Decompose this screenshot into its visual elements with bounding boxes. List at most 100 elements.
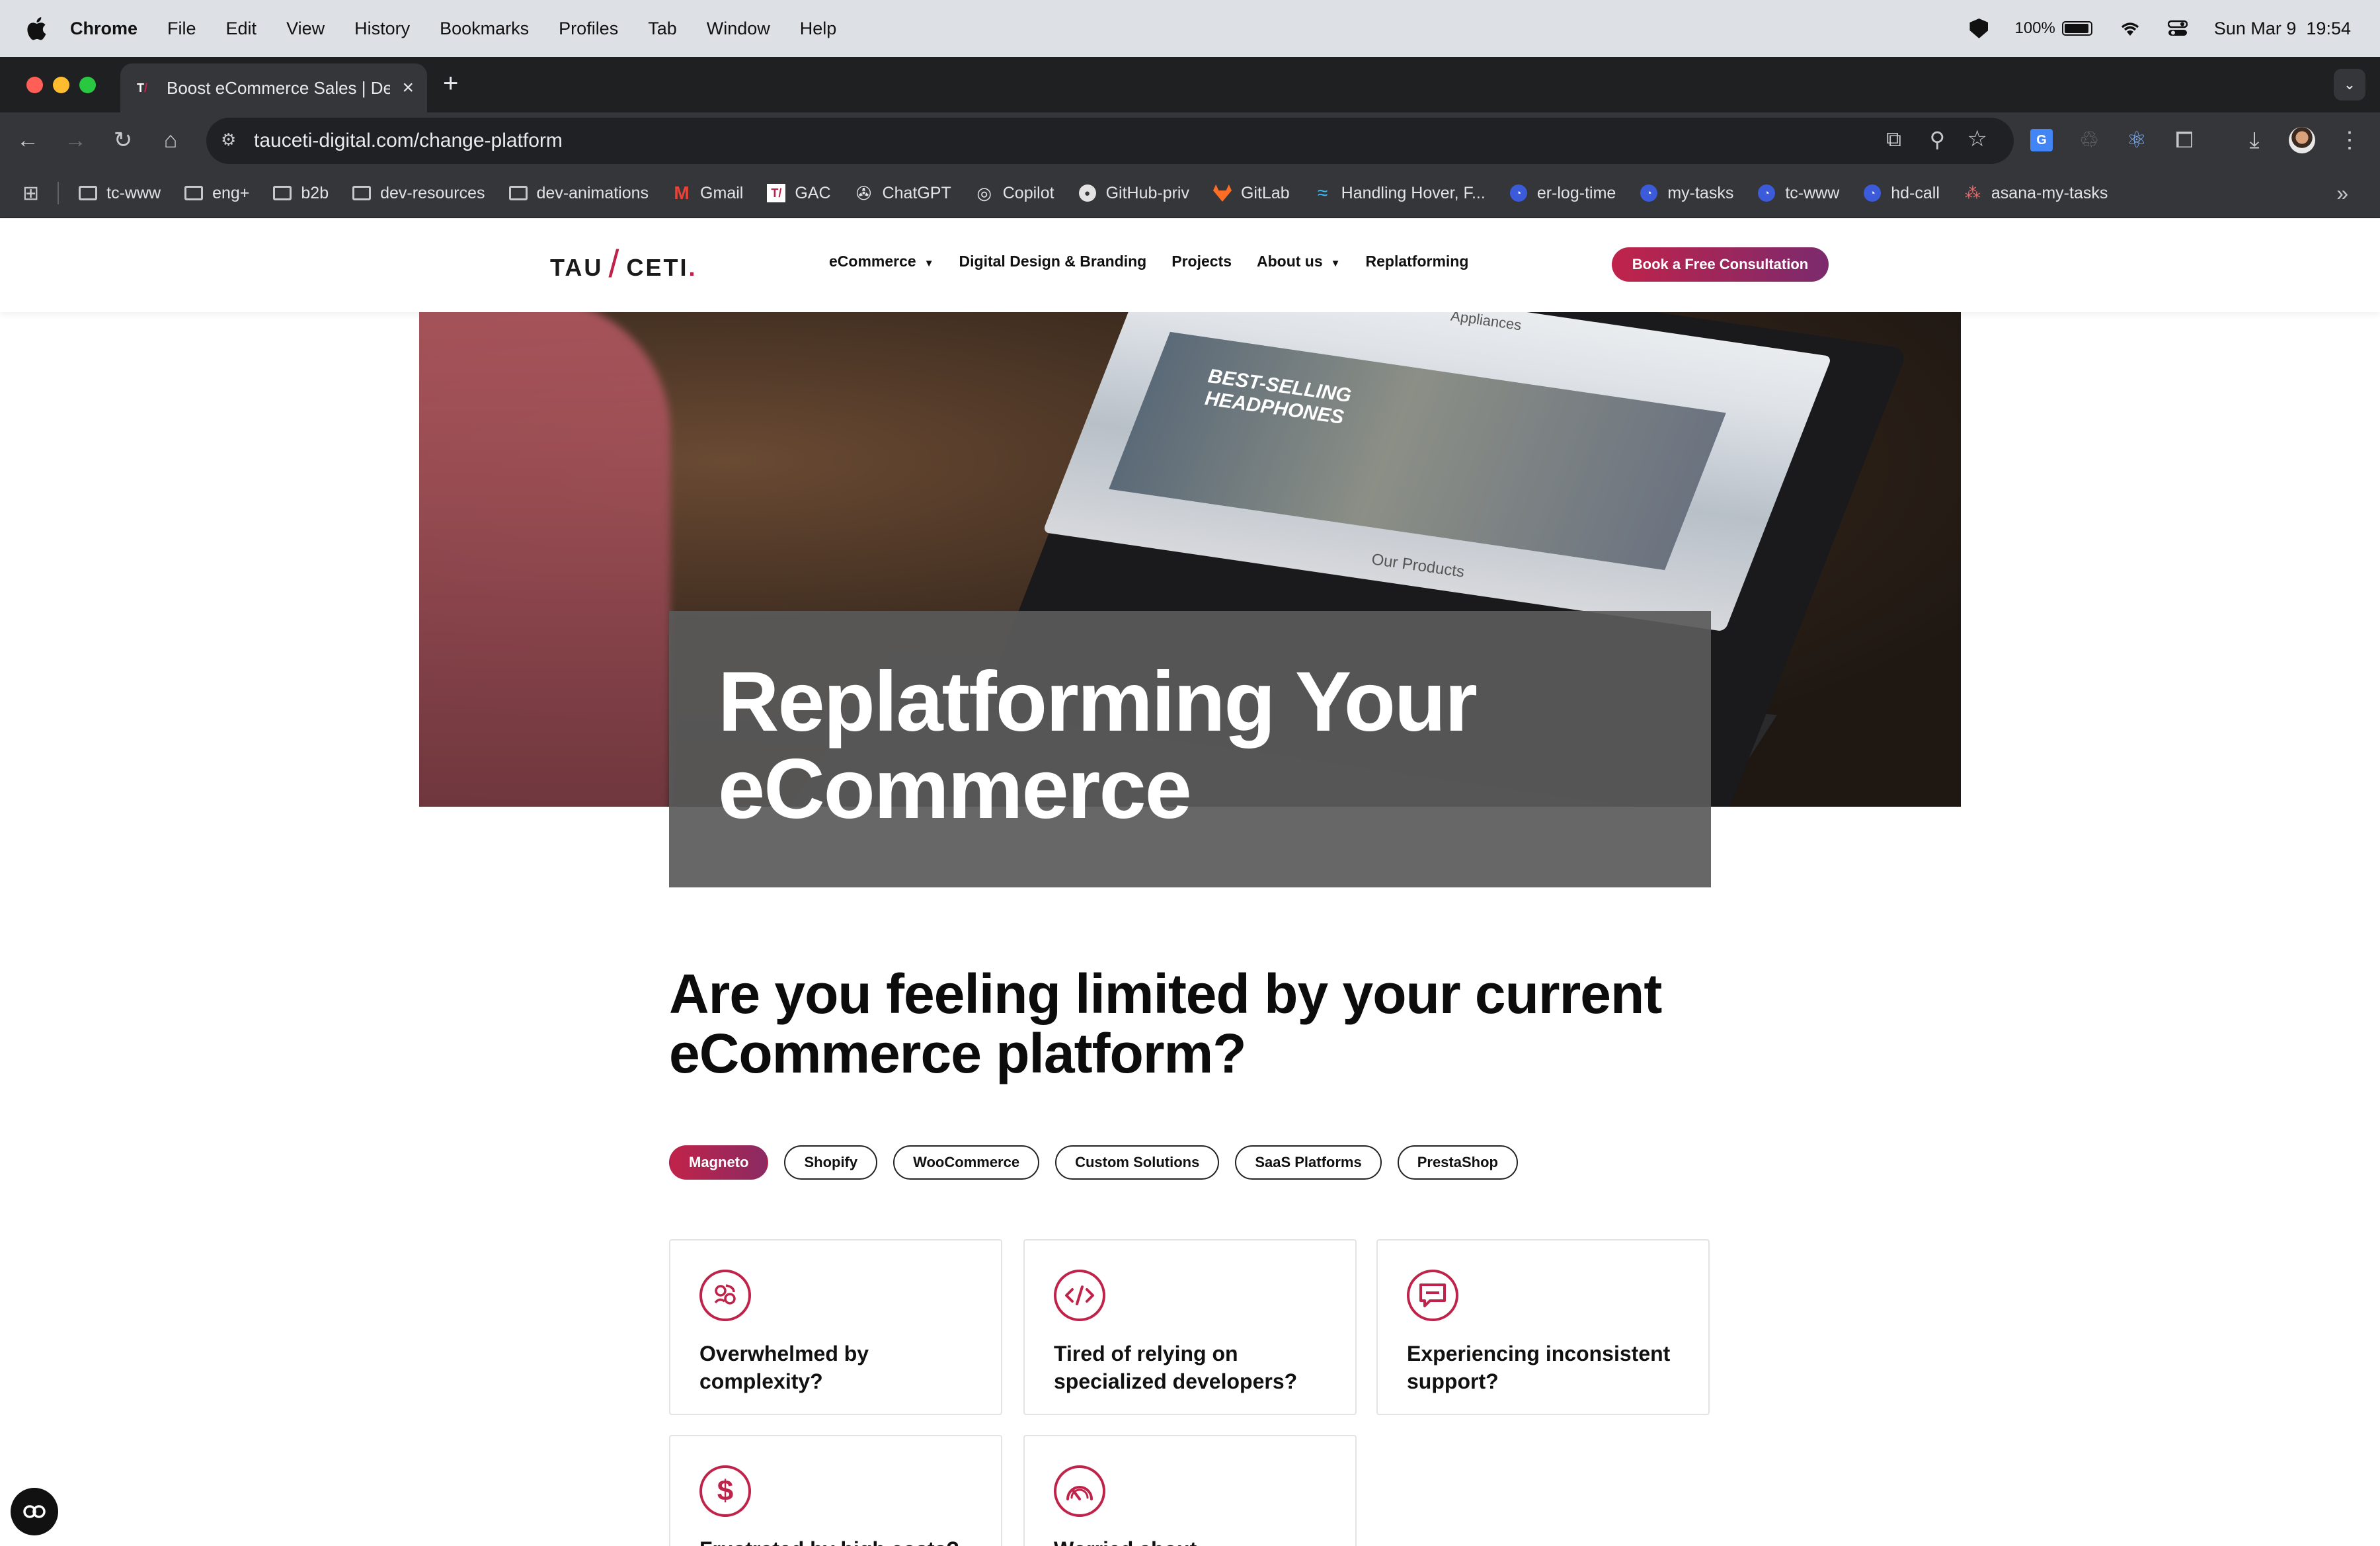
chat-icon (1407, 1270, 1458, 1321)
tab-prestashop[interactable]: PrestaShop (1397, 1145, 1518, 1180)
menu-tab[interactable]: Tab (648, 19, 677, 39)
bookmark-item[interactable]: b2b (273, 184, 329, 203)
bookmark-item[interactable]: ✇ ChatGPT (855, 183, 951, 204)
menu-app-name[interactable]: Chrome (70, 19, 138, 39)
menu-clock[interactable]: Sun Mar 9 19:54 (2214, 19, 2351, 39)
menu-edit[interactable]: Edit (226, 19, 257, 39)
bookmarks-bar: ⊞ tc-www eng+ b2b dev-resources dev-anim… (0, 169, 2380, 218)
bookmarks-overflow-icon[interactable]: » (2336, 181, 2348, 206)
menu-window[interactable]: Window (707, 19, 770, 39)
clock-icon: ◔ (1509, 184, 1528, 202)
bookmark-item[interactable]: ◔ hd-call (1863, 184, 1940, 203)
close-tab-icon[interactable]: × (402, 77, 414, 99)
bookmark-star-icon[interactable]: ☆ (1967, 126, 1987, 152)
clock-icon: ◔ (1757, 184, 1776, 202)
tab-saas-platforms[interactable]: SaaS Platforms (1235, 1145, 1382, 1180)
download-icon[interactable]: ⤓ (2240, 126, 2269, 155)
dollar-icon: $ (699, 1465, 751, 1517)
apps-grid-icon[interactable]: ⊞ (22, 182, 39, 205)
menu-help[interactable]: Help (800, 19, 837, 39)
close-window-button[interactable] (26, 77, 43, 93)
bookmark-item[interactable]: T/GAC (767, 184, 831, 203)
reload-icon[interactable]: ↻ (108, 126, 138, 155)
bookmark-item[interactable]: dev-animations (508, 184, 649, 203)
menu-file[interactable]: File (167, 19, 196, 39)
dropdown-caret-icon: ▼ (1330, 258, 1341, 269)
bookmark-item[interactable]: ◔ er-log-time (1509, 184, 1616, 203)
code-icon (1054, 1270, 1105, 1321)
tab-shopify[interactable]: Shopify (784, 1145, 878, 1180)
nav-replatforming[interactable]: Replatforming (1366, 253, 1469, 270)
install-app-icon[interactable]: ⧉ (1886, 127, 1901, 152)
extension-recycle-icon[interactable]: ♲ (2075, 126, 2104, 155)
url-text: tauceti-digital.com/change-platform (254, 130, 563, 151)
battery-percent: 100% (2014, 19, 2055, 37)
nav-about[interactable]: About us ▼ (1257, 253, 1341, 270)
nav-design-branding[interactable]: Digital Design & Branding (959, 253, 1147, 270)
gitlab-icon (1212, 184, 1232, 202)
tab-search-chevron-icon[interactable]: ⌄ (2334, 69, 2365, 101)
bookmark-item[interactable]: tc-www (79, 184, 161, 203)
google-translate-icon[interactable]: G (2027, 126, 2056, 155)
main-nav: eCommerce ▼ Digital Design & Branding Pro… (829, 253, 1468, 270)
platform-tabs: Magneto Shopify WooCommerce Custom Solut… (669, 1145, 1518, 1180)
minimize-window-button[interactable] (53, 77, 69, 93)
nav-ecommerce[interactable]: eCommerce ▼ (829, 253, 934, 270)
active-tab[interactable]: T / Boost eCommerce Sales | De × (120, 63, 427, 112)
bookmark-item[interactable]: ⁂ asana-my-tasks (1964, 184, 2108, 203)
back-arrow-icon[interactable]: ← (13, 126, 42, 155)
pain-point-card: Tired of relying on specialized develope… (1023, 1239, 1357, 1415)
folder-icon (508, 184, 528, 202)
bookmark-item[interactable]: ◔ tc-www (1757, 184, 1839, 203)
tab-magneto[interactable]: Magneto (669, 1145, 769, 1180)
menu-history[interactable]: History (354, 19, 410, 39)
book-consultation-button[interactable]: Book a Free Consultation (1612, 247, 1829, 282)
bookmark-item[interactable]: ● GitHub-priv (1078, 184, 1189, 203)
bookmark-item[interactable]: GitLab (1212, 184, 1290, 203)
site-settings-icon[interactable]: ⚙ (221, 130, 243, 152)
zoom-window-button[interactable] (79, 77, 96, 93)
zoom-icon[interactable]: ⚲ (1930, 127, 1945, 152)
forward-arrow-icon[interactable]: → (61, 126, 90, 155)
bookmark-item[interactable]: ◔ my-tasks (1640, 184, 1733, 203)
pain-point-card: Worried about (1023, 1435, 1357, 1546)
card-title: Tired of relying on specialized develope… (1054, 1342, 1298, 1393)
battery-icon[interactable] (2061, 21, 2092, 36)
menu-view[interactable]: View (286, 19, 325, 39)
bookmark-item[interactable]: eng+ (184, 184, 249, 203)
chatgpt-icon: ✇ (855, 183, 872, 204)
tab-favicon-icon: T / (136, 81, 147, 95)
bookmark-item[interactable]: M Gmail (672, 183, 743, 203)
tab-woocommerce[interactable]: WooCommerce (893, 1145, 1040, 1180)
control-center-icon[interactable] (2167, 20, 2188, 37)
folder-icon (79, 184, 98, 202)
apple-icon[interactable] (24, 15, 48, 42)
card-title: Overwhelmed by complexity? (699, 1342, 869, 1393)
speedometer-icon (1054, 1465, 1105, 1517)
tab-custom-solutions[interactable]: Custom Solutions (1055, 1145, 1220, 1180)
tauceti-logo[interactable]: TAU / CETI. (550, 243, 697, 286)
new-tab-icon[interactable]: + (443, 69, 458, 99)
pain-point-card: Overwhelmed by complexity? (669, 1239, 1002, 1415)
home-icon[interactable]: ⌂ (156, 126, 185, 155)
section-question-heading: Are you feeling limited by your current … (669, 963, 1662, 1084)
wifi-icon[interactable] (2119, 20, 2141, 37)
extensions-puzzle-icon[interactable]: ⧠ (2170, 126, 2199, 155)
dropdown-caret-icon: ▼ (924, 258, 934, 269)
bookmark-item[interactable]: ≈ Handling Hover, F... (1314, 183, 1486, 203)
nav-projects[interactable]: Projects (1171, 253, 1232, 270)
card-title: Experiencing inconsistent support? (1407, 1342, 1671, 1393)
gac-icon: T/ (767, 184, 786, 202)
shield-status-icon[interactable] (1969, 19, 1989, 38)
menu-bookmarks[interactable]: Bookmarks (440, 19, 529, 39)
bookmark-item[interactable]: dev-resources (352, 184, 485, 203)
address-bar[interactable]: ⚙ tauceti-digital.com/change-platform ⧉ … (206, 118, 2014, 164)
chrome-menu-icon[interactable]: ⋮ (2335, 126, 2364, 155)
card-title: Worried about (1054, 1535, 1331, 1546)
profile-avatar[interactable] (2287, 126, 2317, 155)
cookie-settings-icon[interactable] (11, 1488, 58, 1535)
status-area: 100% Sun Mar 9 19:54 (1969, 0, 2351, 57)
bookmark-item[interactable]: ◎ Copilot (975, 183, 1054, 203)
react-devtools-icon[interactable]: ⚛ (2122, 126, 2151, 155)
menu-profiles[interactable]: Profiles (559, 19, 618, 39)
